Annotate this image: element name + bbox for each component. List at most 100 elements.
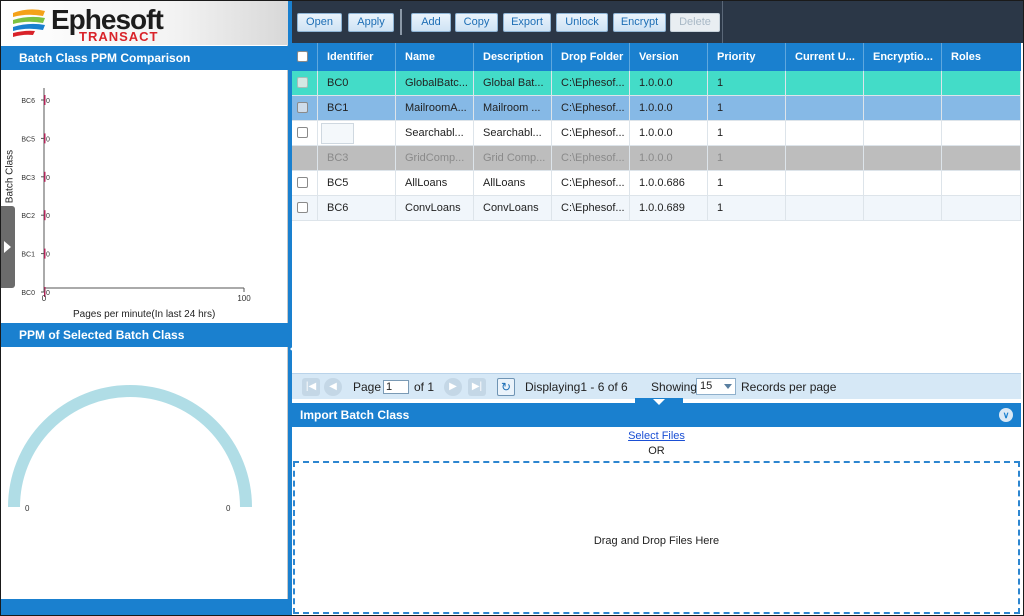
- delete-button[interactable]: Delete: [670, 13, 720, 32]
- column-header-encryption[interactable]: Encryptio...: [864, 43, 942, 71]
- x-tick-label: 100: [237, 294, 251, 303]
- column-header-roles[interactable]: Roles: [942, 43, 1021, 71]
- toolbar-edge: [722, 1, 723, 43]
- table-row[interactable]: BC5 AllLoans AllLoans C:\Ephesof... 1.0.…: [292, 171, 1021, 196]
- gauge-min-label: 0: [25, 504, 30, 513]
- page-number-input[interactable]: 1: [383, 380, 409, 394]
- unlock-button[interactable]: Unlock: [556, 13, 608, 32]
- y-tick-label: BC5: [21, 136, 35, 143]
- cell-version: 1.0.0.0: [630, 96, 708, 121]
- first-page-icon[interactable]: |◀: [302, 378, 320, 396]
- cell-current-user: [786, 171, 864, 196]
- cell-name: Searchabl...: [396, 121, 474, 146]
- last-page-icon[interactable]: ▶|: [468, 378, 486, 396]
- ppm-gauge: 0 0: [1, 348, 288, 598]
- left-panel: Ephesoft TRANSACT Batch Class PPM Compar…: [1, 1, 288, 615]
- apply-button[interactable]: Apply: [348, 13, 394, 32]
- row-select-cell[interactable]: [292, 196, 318, 221]
- row-checkbox[interactable]: [297, 127, 308, 138]
- select-all-header[interactable]: [292, 43, 318, 71]
- bar-value-label: 0: [46, 175, 50, 182]
- toolbar-separator: [400, 9, 402, 35]
- showing-label: Showing: [651, 380, 698, 394]
- ppm-chart-svg: BC6 0BC5 0BC3 0BC2 0BC1 0BC0 00 100: [21, 88, 251, 303]
- select-all-checkbox[interactable]: [297, 51, 308, 62]
- row-checkbox[interactable]: [297, 102, 308, 113]
- add-button[interactable]: Add: [411, 13, 451, 32]
- page-label: Page: [353, 380, 382, 394]
- cell-description: Searchabl...: [474, 121, 552, 146]
- cell-identifier: [318, 121, 396, 146]
- bar-value-label: 0: [46, 98, 50, 105]
- cell-identifier: BC1: [318, 96, 396, 121]
- cell-roles: [942, 171, 1021, 196]
- column-header-priority[interactable]: Priority: [708, 43, 786, 71]
- row-select-cell[interactable]: [292, 96, 318, 121]
- chevron-right-icon: [4, 241, 11, 253]
- row-select-cell[interactable]: [292, 71, 318, 96]
- chart-y-axis-label: Batch Class: [4, 149, 16, 204]
- table-row[interactable]: BC1 MailroomA... Mailroom ... C:\Ephesof…: [292, 96, 1021, 121]
- cell-description: ConvLoans: [474, 196, 552, 221]
- prev-page-icon[interactable]: ◀: [324, 378, 342, 396]
- y-tick-label: BC2: [21, 213, 35, 220]
- open-button[interactable]: Open: [297, 13, 342, 32]
- chevron-down-icon: [724, 384, 732, 389]
- row-select-cell[interactable]: [292, 171, 318, 196]
- cell-priority: 1: [708, 121, 786, 146]
- column-header-current-user[interactable]: Current U...: [786, 43, 864, 71]
- y-tick-label: BC1: [21, 252, 35, 259]
- ppm-comparison-title: Batch Class PPM Comparison: [1, 46, 288, 70]
- file-drop-zone[interactable]: Drag and Drop Files Here: [293, 461, 1020, 614]
- column-header-drop-folder[interactable]: Drop Folder: [552, 43, 630, 71]
- import-title: Import Batch Class: [300, 408, 410, 422]
- table-row[interactable]: Searchabl... Searchabl... C:\Ephesof... …: [292, 121, 1021, 146]
- gauge-svg: 0 0: [8, 385, 252, 513]
- records-per-page-value: 15: [700, 380, 713, 392]
- collapse-icon[interactable]: ∨: [999, 408, 1013, 422]
- table-row[interactable]: BC3 GridComp... Grid Comp... C:\Ephesof.…: [292, 146, 1021, 171]
- refresh-icon[interactable]: ↻: [497, 378, 515, 396]
- row-checkbox[interactable]: [297, 177, 308, 188]
- cell-encryption: [864, 121, 942, 146]
- chart-x-axis-label: Pages per minute(In last 24 hrs): [73, 309, 216, 320]
- gauge-arc: [8, 385, 252, 508]
- cell-drop-folder: C:\Ephesof...: [552, 121, 630, 146]
- cell-encryption: [864, 96, 942, 121]
- row-select-cell: [292, 146, 318, 171]
- cell-encryption: [864, 71, 942, 96]
- copy-button[interactable]: Copy: [455, 13, 498, 32]
- left-footer-bar: [1, 599, 288, 615]
- row-checkbox[interactable]: [297, 202, 308, 213]
- expand-panel-button[interactable]: [1, 206, 15, 288]
- cell-version: 1.0.0.0: [630, 121, 708, 146]
- column-header-description[interactable]: Description: [474, 43, 552, 71]
- cell-drop-folder: C:\Ephesof...: [552, 96, 630, 121]
- import-panel-toggle[interactable]: [635, 398, 683, 408]
- records-per-page-select[interactable]: 15: [696, 378, 736, 395]
- column-header-identifier[interactable]: Identifier: [318, 43, 396, 71]
- export-button[interactable]: Export: [503, 13, 551, 32]
- gauge-max-label: 0: [226, 504, 231, 513]
- batch-class-toolbar: Open Apply Add Copy Export Unlock Encryp…: [292, 1, 1023, 43]
- column-header-name[interactable]: Name: [396, 43, 474, 71]
- select-files-link[interactable]: Select Files: [292, 430, 1021, 442]
- cell-encryption: [864, 196, 942, 221]
- next-page-icon[interactable]: ▶: [444, 378, 462, 396]
- table-row[interactable]: BC0 GlobalBatc... Global Bat... C:\Ephes…: [292, 71, 1021, 96]
- row-checkbox[interactable]: [297, 77, 308, 88]
- cell-name: AllLoans: [396, 171, 474, 196]
- ephesoft-logo: Ephesoft TRANSACT: [1, 1, 288, 45]
- row-select-cell[interactable]: [292, 121, 318, 146]
- records-per-page-label: Records per page: [741, 380, 837, 394]
- bar-value-label: 0: [46, 136, 50, 143]
- column-header-version[interactable]: Version: [630, 43, 708, 71]
- bar-value-label: 0: [46, 213, 50, 220]
- grid-header: Identifier Name Description Drop Folder …: [292, 43, 1021, 71]
- cell-identifier: BC3: [318, 146, 396, 171]
- y-tick-label: BC3: [21, 175, 35, 182]
- encrypt-button[interactable]: Encrypt: [613, 13, 666, 32]
- cell-current-user: [786, 71, 864, 96]
- or-separator: OR: [648, 445, 665, 457]
- table-row[interactable]: BC6 ConvLoans ConvLoans C:\Ephesof... 1.…: [292, 196, 1021, 221]
